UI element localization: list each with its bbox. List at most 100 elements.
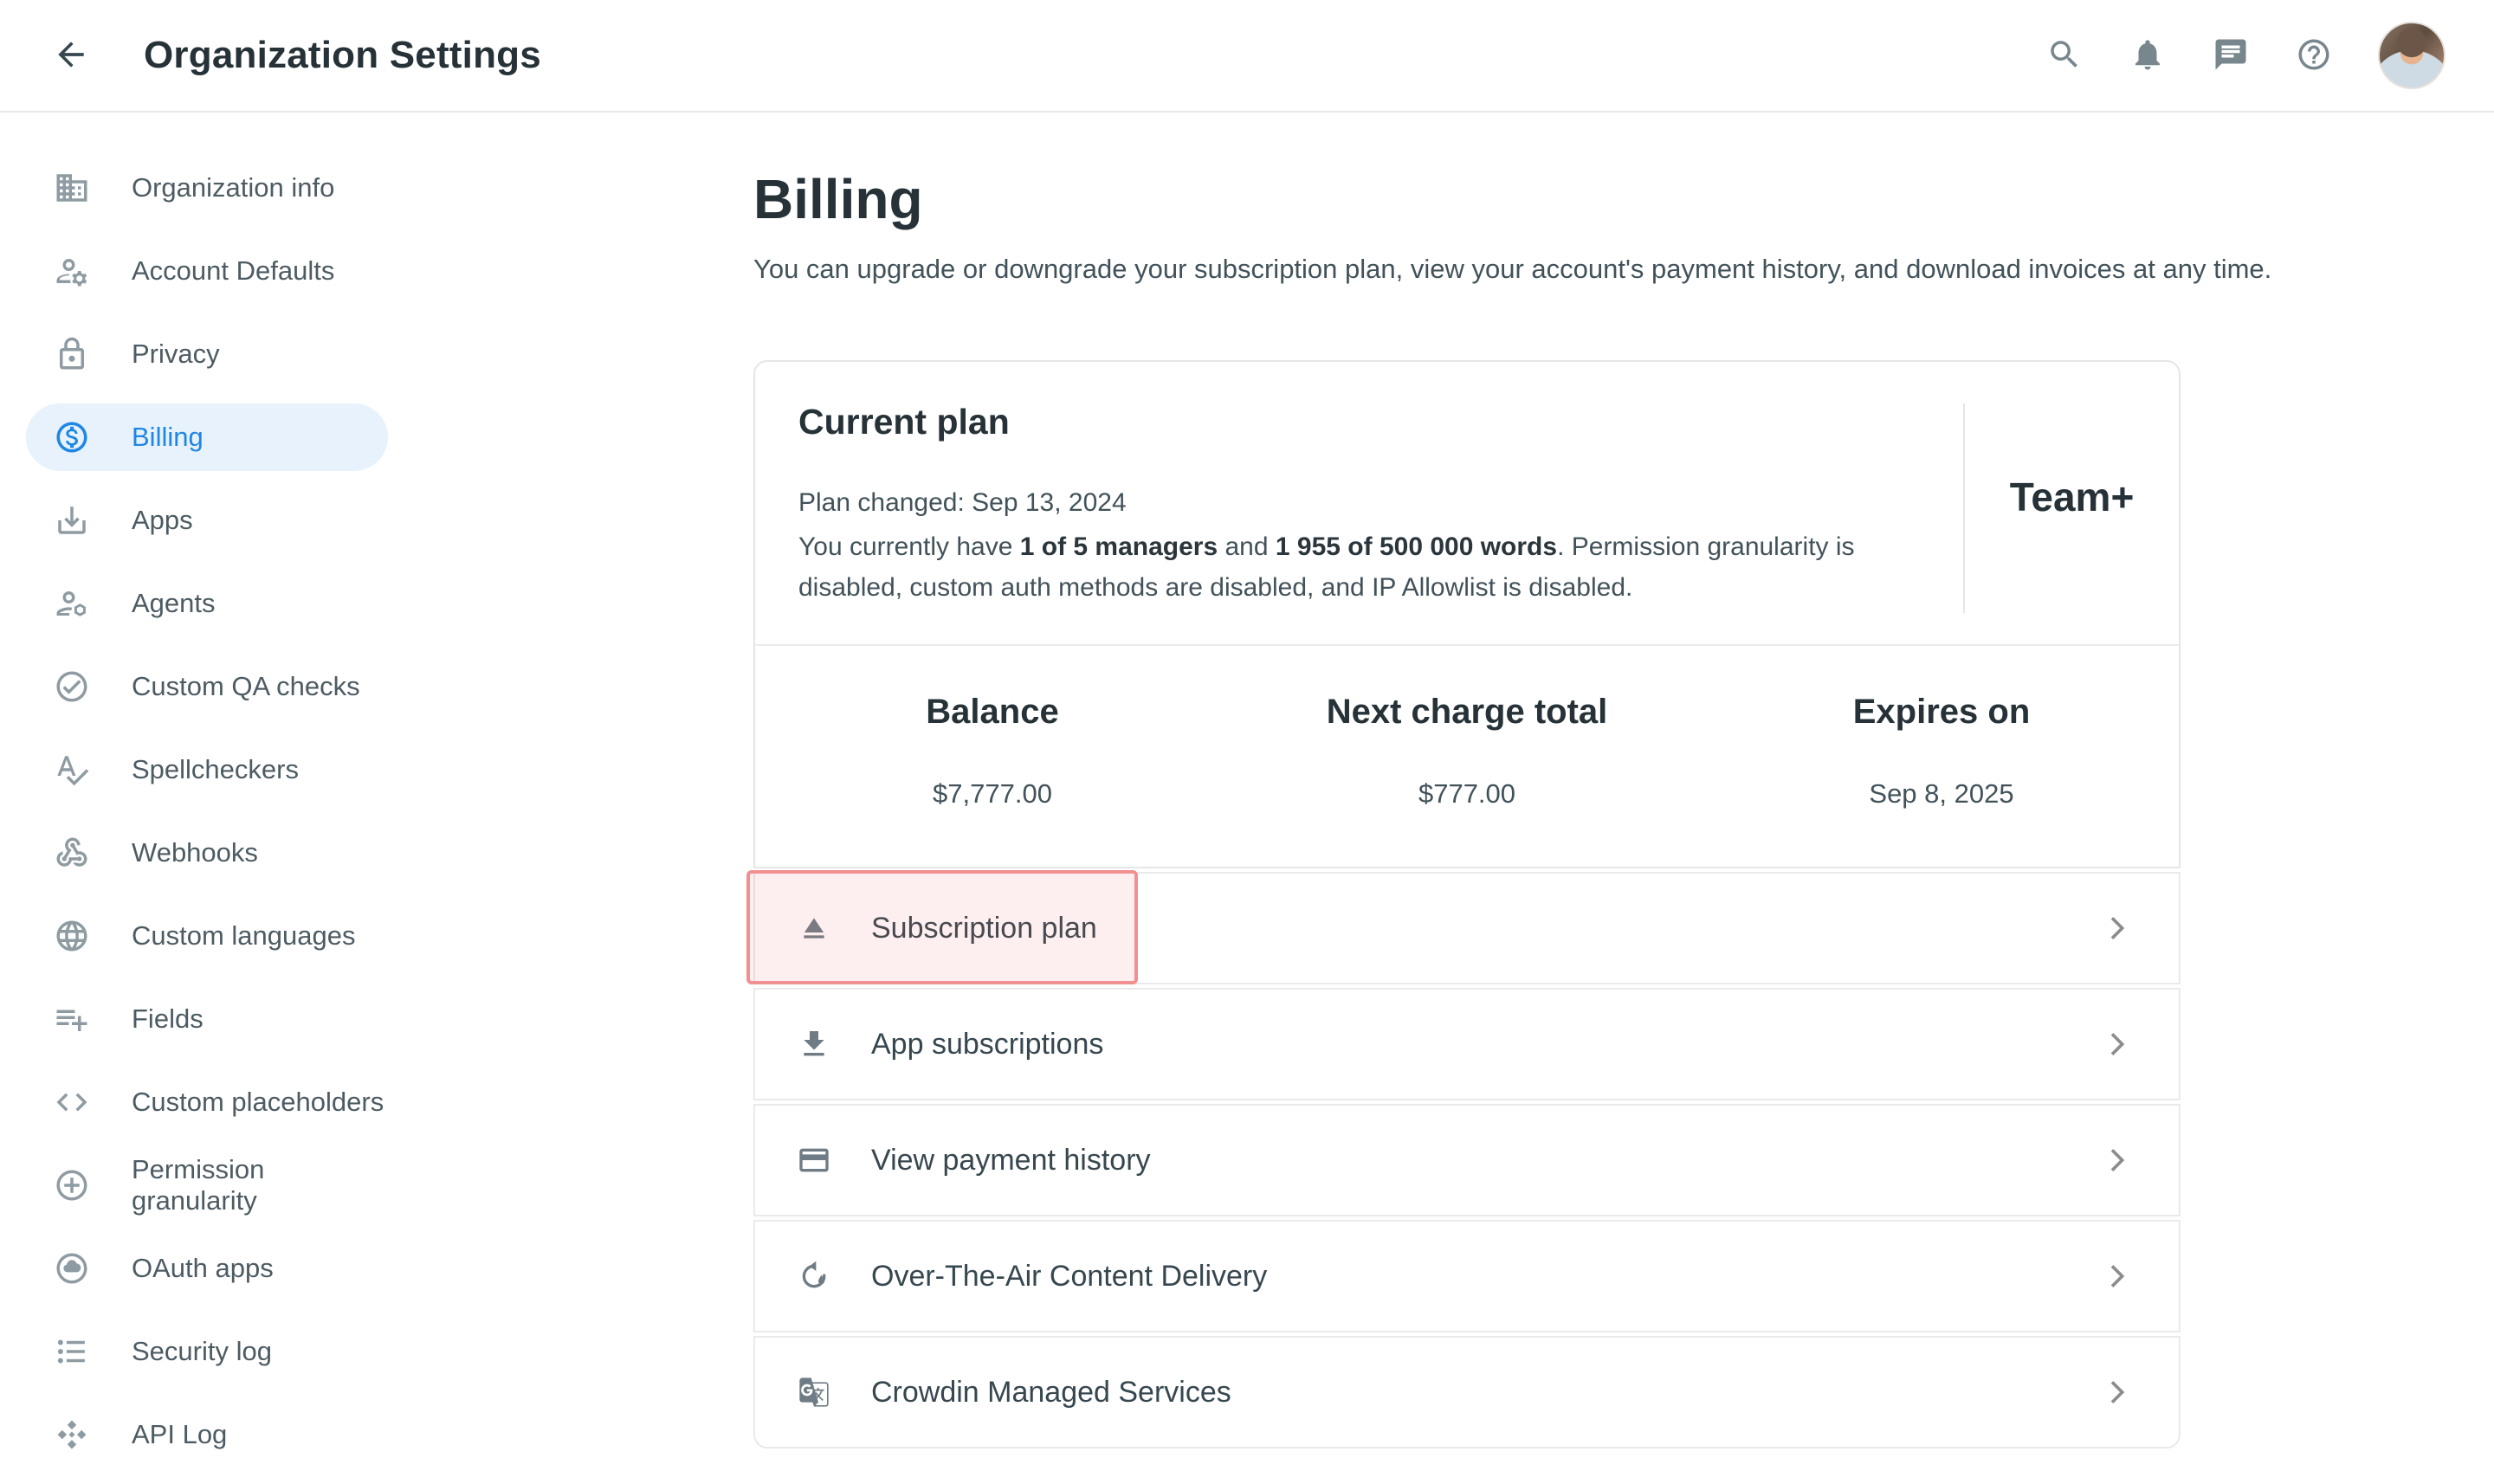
stat-balance: Balance $7,777.00 xyxy=(755,693,1230,810)
sidebar-item-label: API Log xyxy=(132,1419,227,1450)
sidebar-item-label: Agents xyxy=(132,588,216,619)
sidebar-item-label: Organization info xyxy=(132,172,334,203)
sidebar-item-label: OAuth apps xyxy=(132,1253,274,1284)
download-icon xyxy=(797,1027,831,1061)
diamonds-icon xyxy=(54,1416,90,1453)
page-title: Organization Settings xyxy=(144,34,541,77)
sidebar-item-label: Privacy xyxy=(132,339,220,370)
list-add-icon xyxy=(54,1001,90,1037)
sidebar-item-security-log[interactable]: Security log xyxy=(26,1318,388,1385)
help-button[interactable] xyxy=(2295,36,2333,74)
notifications-button[interactable] xyxy=(2129,36,2167,74)
ota-sync-icon xyxy=(797,1259,831,1294)
row-crowdin-managed-services[interactable]: Crowdin Managed Services xyxy=(753,1336,2181,1449)
sidebar-item-label: Custom placeholders xyxy=(132,1087,384,1118)
row-subscription-plan[interactable]: Subscription plan xyxy=(753,872,2181,984)
sidebar-item-custom-languages[interactable]: Custom languages xyxy=(26,902,388,970)
sidebar-item-label: Security log xyxy=(132,1336,272,1367)
usage-and: and xyxy=(1218,532,1276,561)
check-circle-icon xyxy=(54,668,90,705)
plan-info: Current plan Plan changed: Sep 13, 2024 … xyxy=(755,362,1963,644)
bullet-list-icon xyxy=(54,1333,90,1370)
sidebar-item-oauth-apps[interactable]: OAuth apps xyxy=(26,1235,388,1302)
row-app-subscriptions[interactable]: App subscriptions xyxy=(753,988,2181,1100)
chat-icon xyxy=(2213,36,2249,75)
stat-value: Sep 8, 2025 xyxy=(1704,778,2179,810)
plan-changed-text: Plan changed: Sep 13, 2024 xyxy=(798,486,1877,520)
webhook-icon xyxy=(54,835,90,871)
bell-icon xyxy=(2129,36,2166,75)
chevron-right-icon xyxy=(2099,1259,2134,1294)
plan-summary: Current plan Plan changed: Sep 13, 2024 … xyxy=(755,362,2179,644)
sidebar-item-permission-granularity[interactable]: Permission granularity xyxy=(26,1152,388,1219)
sidebar-item-custom-qa-checks[interactable]: Custom QA checks xyxy=(26,653,388,720)
sidebar-item-label: Custom QA checks xyxy=(132,671,360,702)
plan-name-zone: Team+ xyxy=(1963,362,2179,644)
current-plan-heading: Current plan xyxy=(798,402,1877,442)
back-arrow-icon xyxy=(52,35,90,76)
chevron-right-icon xyxy=(2099,911,2134,945)
chevron-right-icon xyxy=(2099,1375,2134,1410)
row-label: Crowdin Managed Services xyxy=(871,1376,1231,1410)
help-icon xyxy=(2296,36,2332,75)
sidebar-item-apps[interactable]: Apps xyxy=(26,487,388,554)
sidebar: Organization info Account Defaults Priva… xyxy=(0,113,416,1484)
row-ota-content-delivery[interactable]: Over-The-Air Content Delivery xyxy=(753,1220,2181,1332)
page-heading: Billing xyxy=(753,168,2494,230)
row-label: View payment history xyxy=(871,1144,1151,1178)
sidebar-item-label: Fields xyxy=(132,1003,204,1035)
row-label: Over-The-Air Content Delivery xyxy=(871,1260,1267,1294)
managers-count: 1 of 5 managers xyxy=(1020,532,1218,561)
current-plan-card: Current plan Plan changed: Sep 13, 2024 … xyxy=(753,360,2181,868)
person-gear-icon xyxy=(54,253,90,289)
sidebar-item-webhooks[interactable]: Webhooks xyxy=(26,819,388,887)
building-icon xyxy=(54,170,90,206)
row-label: Subscription plan xyxy=(871,912,1097,945)
sidebar-item-spellcheckers[interactable]: Spellcheckers xyxy=(26,736,388,803)
sidebar-item-label: Permission granularity xyxy=(132,1154,388,1216)
stat-value: $777.00 xyxy=(1230,778,1704,810)
sidebar-item-api-log[interactable]: API Log xyxy=(26,1401,388,1468)
avatar[interactable] xyxy=(2378,22,2446,89)
sidebar-item-account-defaults[interactable]: Account Defaults xyxy=(26,237,388,305)
sidebar-item-label: Custom languages xyxy=(132,920,356,952)
page-description: You can upgrade or downgrade your subscr… xyxy=(753,253,2494,286)
messages-button[interactable] xyxy=(2212,36,2250,74)
search-button[interactable] xyxy=(2045,36,2084,74)
sidebar-item-label: Spellcheckers xyxy=(132,754,299,785)
person-cube-icon xyxy=(54,585,90,622)
chevron-right-icon xyxy=(2099,1027,2134,1061)
translate-icon xyxy=(797,1375,831,1410)
sidebar-item-privacy[interactable]: Privacy xyxy=(26,320,388,388)
download-tray-icon xyxy=(54,502,90,539)
billing-actions-list: Subscription plan App subscriptions View… xyxy=(753,872,2181,1449)
globe-icon xyxy=(54,918,90,954)
credit-card-icon xyxy=(797,1143,831,1178)
stat-label: Expires on xyxy=(1704,693,2179,732)
sidebar-item-billing[interactable]: Billing xyxy=(26,403,388,471)
plus-circle-icon xyxy=(54,1167,90,1203)
row-view-payment-history[interactable]: View payment history xyxy=(753,1104,2181,1216)
back-button[interactable] xyxy=(48,33,94,78)
words-count: 1 955 of 500 000 words xyxy=(1276,532,1557,561)
spellcheck-icon xyxy=(54,752,90,788)
stat-value: $7,777.00 xyxy=(755,778,1230,810)
eject-icon xyxy=(797,911,831,945)
sidebar-item-label: Billing xyxy=(132,422,204,453)
row-label: App subscriptions xyxy=(871,1028,1103,1061)
sidebar-item-fields[interactable]: Fields xyxy=(26,985,388,1053)
sidebar-item-agents[interactable]: Agents xyxy=(26,570,388,637)
sidebar-item-organization-info[interactable]: Organization info xyxy=(26,154,388,222)
stat-next-charge: Next charge total $777.00 xyxy=(1230,693,1704,810)
plan-name: Team+ xyxy=(1965,362,2179,644)
main-content: Billing You can upgrade or downgrade you… xyxy=(416,113,2494,1449)
cloud-circle-icon xyxy=(54,1250,90,1287)
sidebar-item-custom-placeholders[interactable]: Custom placeholders xyxy=(26,1068,388,1136)
app-header: Organization Settings xyxy=(0,0,2494,113)
plan-usage-text: You currently have 1 of 5 managers and 1… xyxy=(798,526,1877,608)
dollar-circle-icon xyxy=(54,419,90,455)
stat-label: Balance xyxy=(755,693,1230,732)
lock-icon xyxy=(54,336,90,372)
header-actions xyxy=(2045,22,2446,89)
usage-prefix: You currently have xyxy=(798,532,1020,561)
